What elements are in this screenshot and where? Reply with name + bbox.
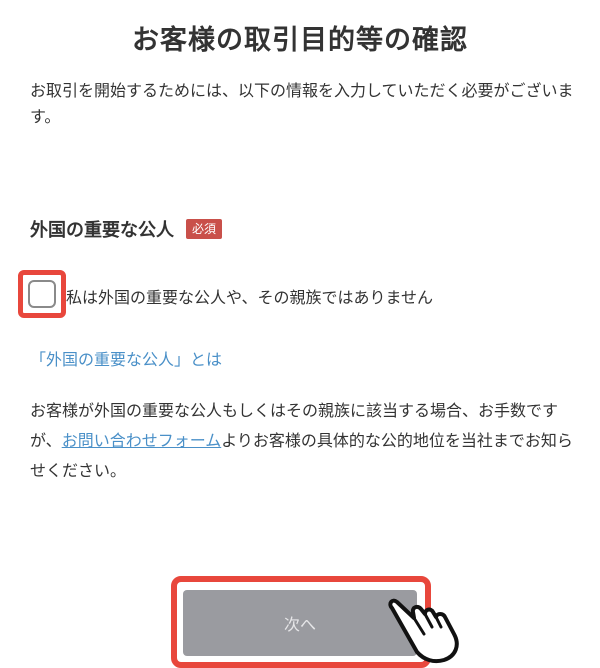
next-button[interactable]: 次へ [183, 590, 417, 656]
pep-section-title: 外国の重要な公人 [30, 220, 174, 241]
contact-form-link[interactable]: お問い合わせフォーム [62, 431, 222, 450]
intro-text: お取引を開始するためには、以下の情報を入力していただく必要がございます。 [30, 81, 574, 126]
required-badge: 必須 [186, 219, 223, 239]
page-title: お客様の取引目的等の確認 [132, 25, 468, 56]
pep-note: お客様が外国の重要な公人もしくはその親族に該当する場合、お手数ですが、お問い合わ… [30, 396, 575, 486]
pointing-hand-icon [388, 598, 459, 664]
pep-checkbox-label[interactable]: 私は外国の重要な公人や、その親族ではありません [66, 284, 433, 308]
pep-definition-link[interactable]: 「外国の重要な公人」とは [30, 346, 222, 370]
pep-section-header: 外国の重要な公人 必須 [30, 216, 223, 242]
pep-checkbox[interactable] [28, 280, 56, 308]
